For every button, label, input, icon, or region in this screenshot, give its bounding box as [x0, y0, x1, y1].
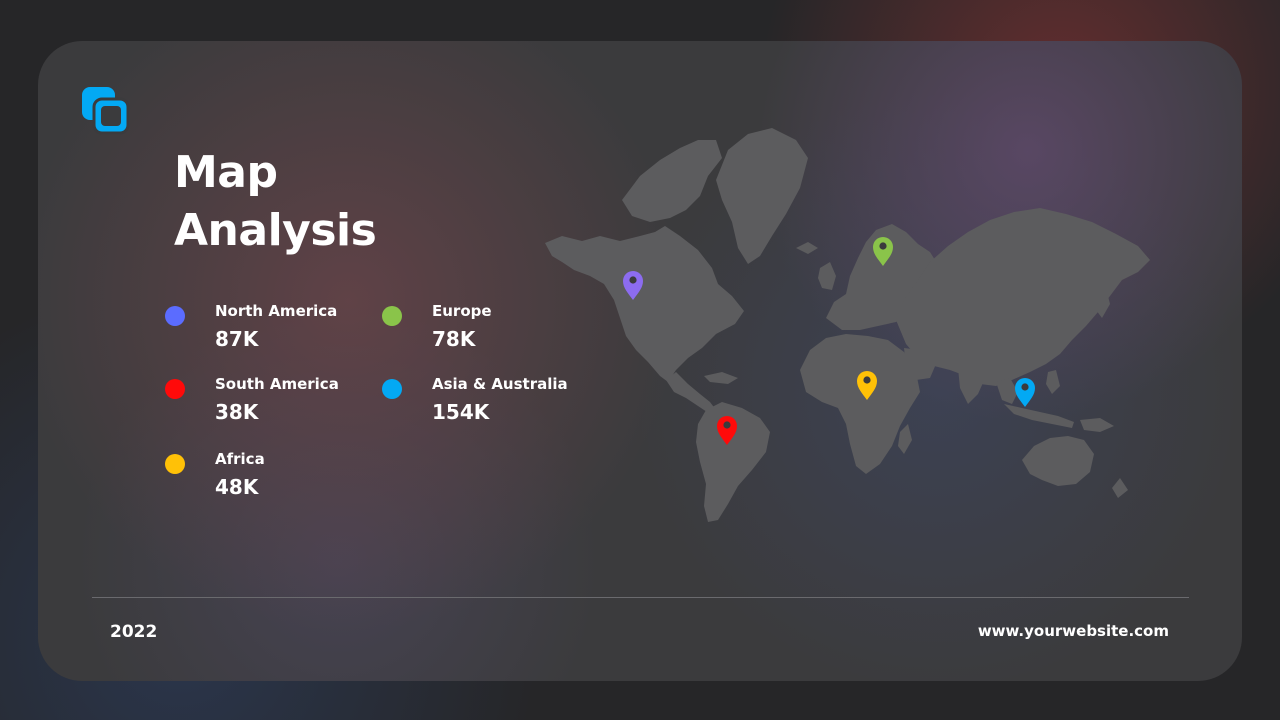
legend-value: 48K	[215, 475, 259, 499]
legend-item-north-america: North America 87K	[165, 302, 365, 358]
arctic-islands	[622, 140, 722, 222]
africa-landmass	[800, 334, 920, 474]
legend-value: 38K	[215, 400, 259, 424]
asia-landmass	[896, 208, 1150, 386]
legend-label: North America	[215, 302, 338, 320]
title-line-1: Map	[174, 147, 278, 198]
legend-dot	[165, 306, 185, 326]
legend-dot	[165, 379, 185, 399]
legend-item-africa: Africa 48K	[165, 450, 365, 506]
legend-label: South America	[215, 375, 339, 393]
madagascar	[898, 424, 912, 454]
pin-center	[629, 276, 637, 284]
title-line-2: Analysis	[174, 205, 377, 256]
philippines-islands	[1046, 370, 1060, 394]
pin-center	[723, 421, 731, 429]
pin-center	[863, 376, 871, 384]
legend-label: Africa	[215, 450, 265, 468]
british-isles	[818, 262, 836, 290]
logo-icon	[82, 87, 130, 135]
page-title: Map Analysis	[174, 144, 377, 260]
north-america-landmass	[545, 226, 744, 382]
legend-value: 154K	[432, 400, 490, 424]
footer-divider	[92, 597, 1189, 598]
legend-label: Europe	[432, 302, 492, 320]
map-pin-icon	[1015, 378, 1035, 407]
legend-item-south-america: South America 38K	[165, 375, 365, 431]
caribbean-islands	[704, 372, 738, 384]
world-map	[545, 128, 1150, 522]
pin-center	[879, 242, 887, 250]
legend-dot	[165, 454, 185, 474]
legend-dot	[382, 306, 402, 326]
pin-center	[1021, 383, 1029, 391]
australia-landmass	[1022, 436, 1094, 486]
world-map-land	[545, 128, 1150, 522]
southeast-asia-landmass	[996, 378, 1018, 404]
new-zealand-islands	[1112, 478, 1128, 498]
new-guinea	[1080, 418, 1114, 432]
legend-dot	[382, 379, 402, 399]
indonesia-islands	[1004, 404, 1074, 428]
iceland	[796, 242, 818, 254]
footer-website-link[interactable]: www.yourwebsite.com	[978, 622, 1169, 640]
legend-value: 87K	[215, 327, 259, 351]
map-pin-asia-australia[interactable]	[1015, 378, 1035, 407]
footer-year: 2022	[110, 622, 158, 642]
legend-value: 78K	[432, 327, 476, 351]
greenland-landmass	[716, 128, 808, 264]
